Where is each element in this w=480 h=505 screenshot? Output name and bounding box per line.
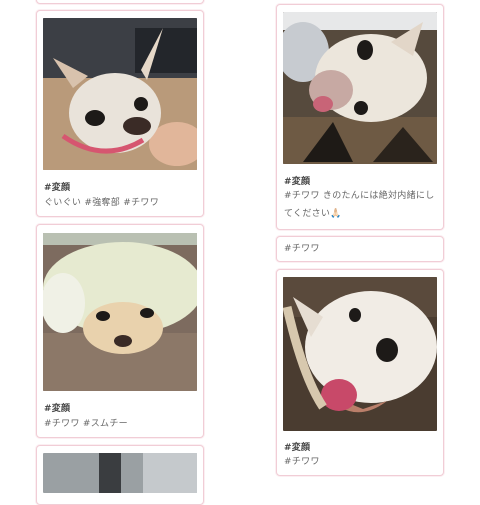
post-tag-title[interactable]: #変顔 [284,440,310,453]
post-card[interactable]: #チワワ [276,236,444,262]
post-card[interactable]: #変顔 #チワワ #スムチー [36,224,204,438]
post-photo[interactable] [43,233,197,391]
post-tags[interactable]: ぐいぐい #強奪部 #チワワ [44,194,159,212]
post-card[interactable]: #変顔 #チワワ [276,269,444,476]
post-tag-title[interactable]: #変顔 [284,174,310,187]
post-photo[interactable] [43,453,197,493]
post-photo[interactable] [283,277,437,431]
post-tag-title[interactable]: #変顔 [44,180,70,193]
post-photo[interactable] [283,12,437,164]
post-tags[interactable]: #チワワ きのたんには絶対内緒にしてください🙏🏻 [284,187,436,223]
post-tag-title[interactable]: #変顔 [44,401,70,414]
post-tags[interactable]: #チワワ [284,453,320,471]
post-tags[interactable]: #チワワ #スムチー [44,415,128,433]
post-card[interactable]: #変顔 ぐいぐい #強奪部 #チワワ [36,10,204,217]
post-tags[interactable]: #チワワ [284,240,320,258]
post-card-top-partial[interactable] [36,0,204,4]
post-card-bottom-partial[interactable] [36,445,204,505]
post-card[interactable]: #変顔 #チワワ きのたんには絶対内緒にしてください🙏🏻 [276,4,444,230]
post-photo[interactable] [43,18,197,170]
